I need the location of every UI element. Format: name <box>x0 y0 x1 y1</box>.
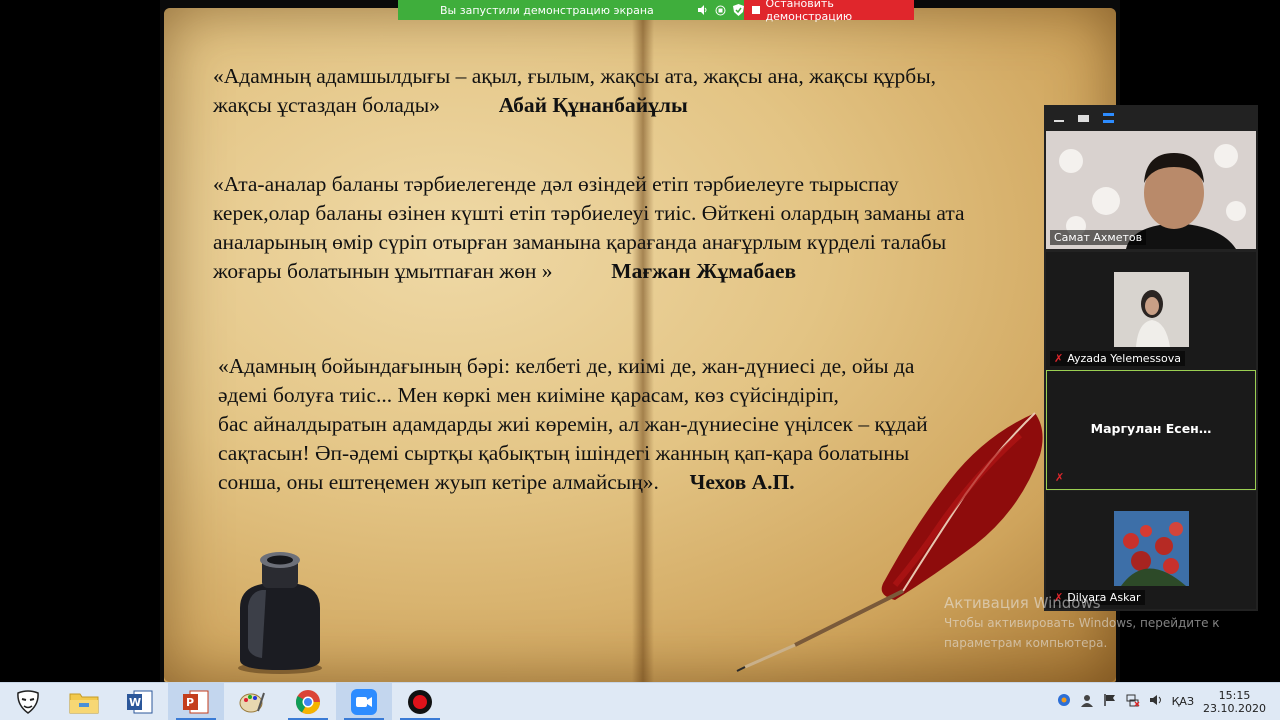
record-icon[interactable] <box>392 683 448 720</box>
clock-date: 23.10.2020 <box>1203 701 1266 715</box>
quote-author: Абай Құнанбайұлы <box>498 93 688 117</box>
share-status-bar: Вы запустили демонстрацию экрана <box>398 0 744 20</box>
participant-name: Самат Ахметов <box>1054 231 1143 244</box>
flag-icon[interactable] <box>1103 693 1117 710</box>
quote-line: «Ата-аналар баланы тәрбиелегенде дәл өзі… <box>213 172 899 196</box>
quote-author: Чехов А.П. <box>689 470 795 494</box>
quote-line: бас айналдыратын адамдарды жиі көремін, … <box>218 412 928 436</box>
network-activity-icon[interactable] <box>1057 693 1071 710</box>
file-explorer-icon[interactable] <box>56 683 112 720</box>
participants-video-panel: Самат Ахметов ✗ Ayzada Yelemessova Маргу… <box>1044 105 1258 611</box>
screen-share-banner: Вы запустили демонстрацию экрана Останов… <box>398 0 914 23</box>
system-tray: ҚАЗ 15:15 23.10.2020 <box>1057 683 1280 720</box>
inkwell-image <box>238 552 322 674</box>
user-icon[interactable] <box>1080 693 1094 710</box>
speaker-icon[interactable] <box>696 4 708 16</box>
participant-video-tile[interactable]: ✗ Dilyara Askar <box>1046 491 1256 609</box>
zoom-icon[interactable] <box>336 683 392 720</box>
participant-video-tile[interactable]: Самат Ахметов <box>1046 131 1256 249</box>
stop-share-button[interactable]: Остановить демонстрацию <box>744 0 914 23</box>
quote-line: сақтасын! Әп-әдемі сыртқы қабықтың ішінд… <box>218 441 910 465</box>
quote-author: Мағжан Жұмабаев <box>611 259 797 283</box>
participant-name-tag: ✗ <box>1051 470 1068 485</box>
word-icon[interactable]: W <box>112 683 168 720</box>
quote-line: әдемі болуға тиіс... Мен көркі мен киімі… <box>218 383 839 407</box>
svg-text:P: P <box>186 696 194 709</box>
quote-abai: «Адамның адамшылдығы – ақыл, ғылым, жақс… <box>213 62 1043 120</box>
activation-line: Чтобы активировать Windows, перейдите к <box>944 616 1220 630</box>
participant-name-center: Маргулан Есен… <box>1090 421 1212 436</box>
share-status-text: Вы запустили демонстрацию экрана <box>440 3 654 17</box>
paint-icon[interactable] <box>224 683 280 720</box>
minimize-icon[interactable] <box>1054 120 1064 122</box>
language-indicator[interactable]: ҚАЗ <box>1172 695 1194 708</box>
quote-line: аналарының өмір сүріп отырған заманына қ… <box>213 230 947 254</box>
quote-line: сонша, оны ештеңемен жуып кетіре алмайсы… <box>218 470 659 494</box>
video-panel-toolbar <box>1044 105 1258 131</box>
quote-chekhov: «Адамның бойындағының бәрі: келбеті де, … <box>218 352 1018 497</box>
gallery-view-icon[interactable] <box>1103 113 1114 123</box>
speaker-view-icon[interactable] <box>1078 114 1089 122</box>
network-icon[interactable] <box>1126 693 1140 710</box>
quote-line: «Адамның адамшылдығы – ақыл, ғылым, жақс… <box>213 64 937 88</box>
svg-text:W: W <box>129 696 141 709</box>
quote-line: керек,олар баланы өзінен күшті етіп тәрб… <box>213 201 965 225</box>
volume-icon[interactable] <box>1149 693 1163 710</box>
participant-name-tag: Самат Ахметов <box>1050 230 1147 245</box>
chrome-icon[interactable] <box>280 683 336 720</box>
powerpoint-icon[interactable]: P <box>168 683 224 720</box>
activation-line: параметрам компьютера. <box>944 636 1108 650</box>
windows-activation-watermark: Активация Windows Чтобы активировать Win… <box>944 594 1220 652</box>
participant-video-tile[interactable]: ✗ Ayzada Yelemessova <box>1046 252 1256 370</box>
participant-video-tile-active[interactable]: Маргулан Есен… ✗ <box>1046 370 1256 490</box>
shield-check-icon[interactable] <box>732 4 744 16</box>
mic-muted-icon: ✗ <box>1055 471 1065 484</box>
quote-line: жақсы ұстаздан болады» <box>213 93 440 117</box>
stop-share-label: Остановить демонстрацию <box>765 0 853 23</box>
participant-name: Ayzada Yelemessova <box>1067 352 1182 365</box>
quote-magzhan: «Ата-аналар баланы тәрбиелегенде дәл өзі… <box>213 170 1053 286</box>
quote-line: «Адамның бойындағының бәрі: келбеті де, … <box>218 354 915 378</box>
mic-muted-icon: ✗ <box>1054 352 1064 365</box>
stop-icon <box>752 6 760 14</box>
clock-time: 15:15 <box>1218 688 1251 702</box>
quote-line: жоғары болатынын ұмытпаған жөн » <box>213 259 553 283</box>
clock[interactable]: 15:15 23.10.2020 <box>1203 689 1266 715</box>
anonymous-icon[interactable] <box>0 683 56 720</box>
pause-share-icon[interactable] <box>714 4 726 16</box>
participant-name-tag: ✗ Ayzada Yelemessova <box>1050 351 1186 366</box>
windows-taskbar: W P ҚАЗ 15:15 23.10.2020 <box>0 682 1280 720</box>
activation-title: Активация Windows <box>944 594 1101 612</box>
